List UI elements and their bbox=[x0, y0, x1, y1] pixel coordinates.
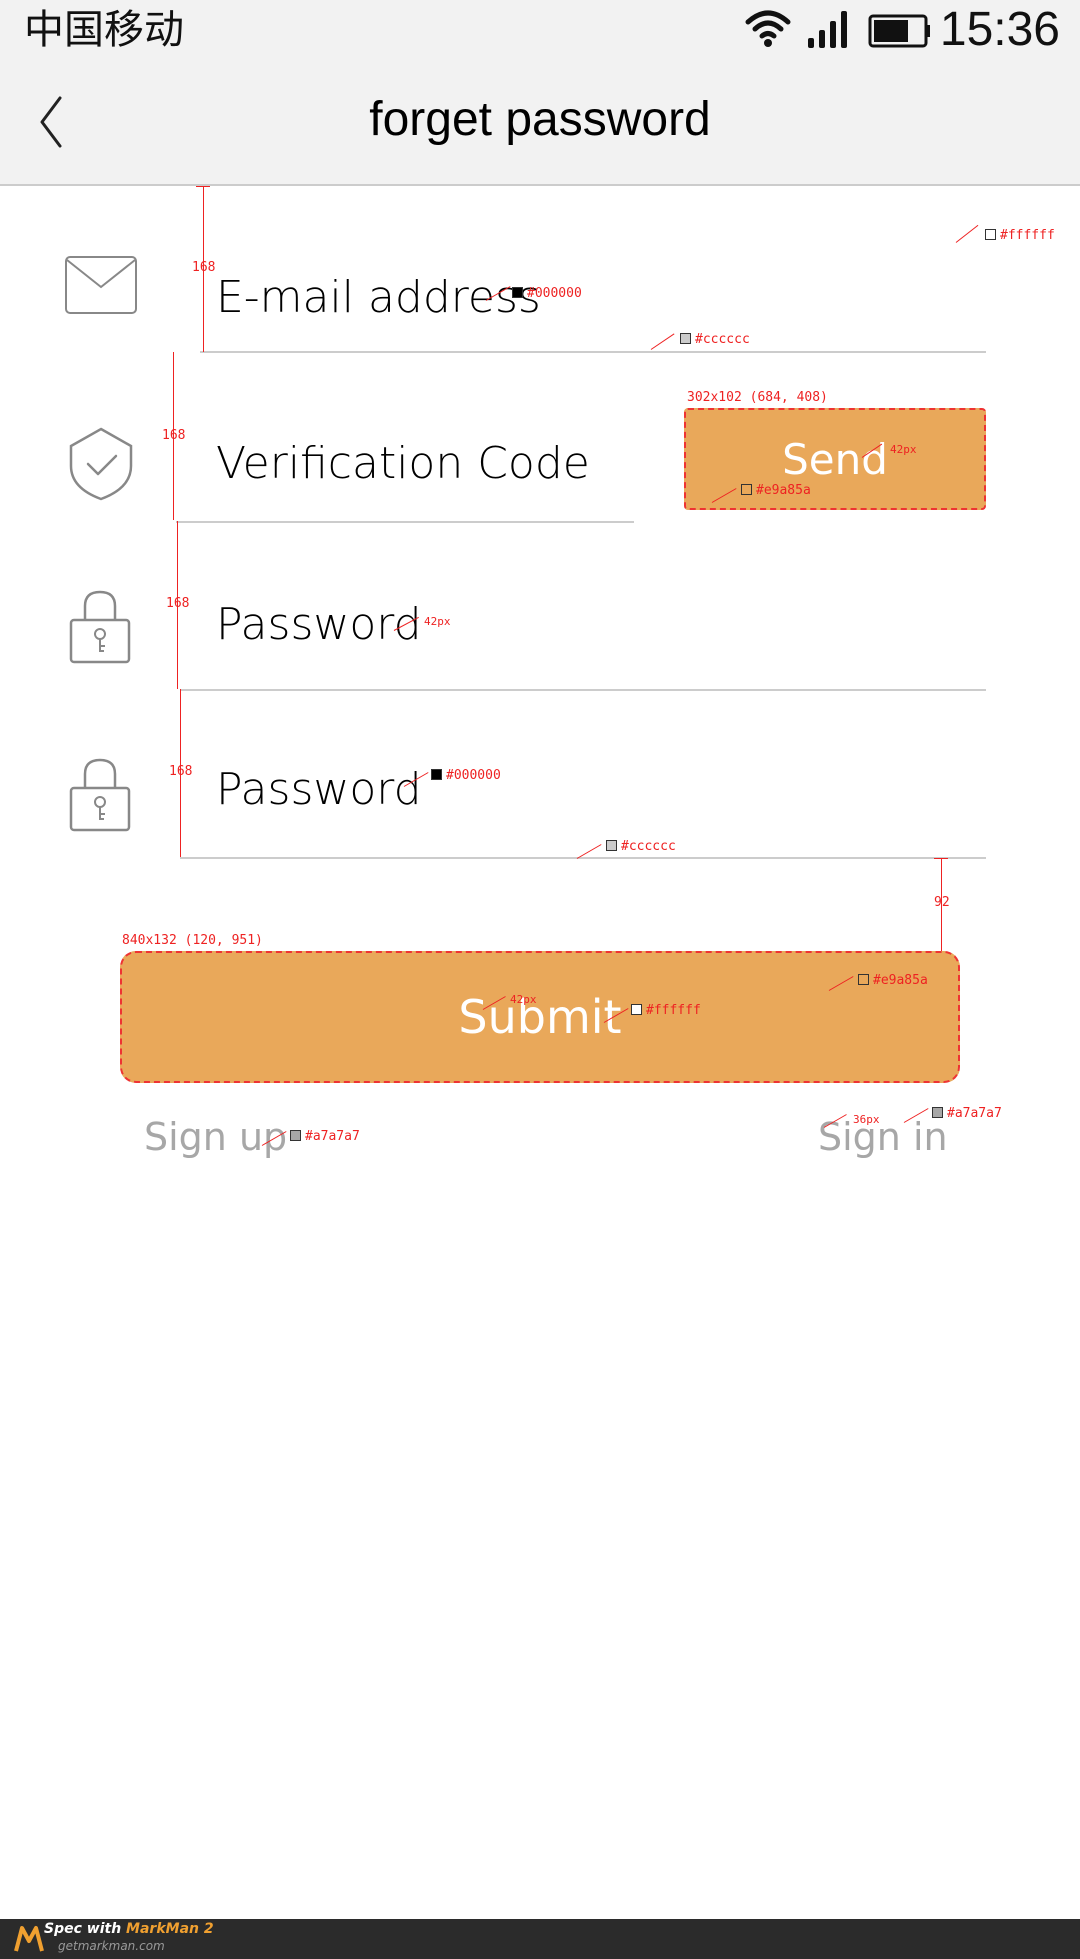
color-value: #cccccc bbox=[695, 332, 750, 347]
color-value: #ffffff bbox=[646, 1003, 701, 1018]
color-value: #e9a85a bbox=[756, 483, 811, 498]
color-value: #e9a85a bbox=[873, 973, 928, 988]
wifi-icon bbox=[745, 10, 791, 47]
markman-footer: Spec with MarkMan 2 getmarkman.com bbox=[0, 1919, 1080, 1959]
submit-button[interactable]: Submit bbox=[120, 951, 960, 1083]
color-spec: #ffffff bbox=[985, 228, 1055, 243]
color-value: #a7a7a7 bbox=[947, 1106, 1002, 1121]
password-field[interactable]: Password bbox=[216, 597, 422, 653]
size-spec: 302x102 (684, 408) bbox=[687, 390, 828, 405]
confirm-password-field[interactable]: Password bbox=[216, 762, 422, 818]
color-value: #000000 bbox=[446, 768, 501, 783]
lock-icon bbox=[69, 590, 131, 664]
status-bar: 中国移动 15:36 bbox=[0, 0, 1080, 60]
color-spec: #cccccc bbox=[680, 332, 750, 347]
verification-code-field[interactable]: Verification Code bbox=[216, 436, 590, 492]
send-button-label: Send bbox=[782, 434, 888, 484]
swatch bbox=[985, 229, 996, 240]
divider bbox=[200, 351, 986, 353]
swatch bbox=[431, 769, 442, 780]
measure-label: 168 bbox=[166, 596, 190, 611]
swatch bbox=[858, 974, 869, 985]
mail-icon bbox=[65, 256, 137, 314]
swatch bbox=[741, 484, 752, 495]
measure-label: 92 bbox=[934, 895, 950, 910]
color-spec: #ffffff bbox=[631, 1003, 701, 1018]
divider bbox=[180, 857, 986, 859]
footer-brand: MarkMan 2 bbox=[126, 1921, 214, 1937]
color-spec: #a7a7a7 bbox=[290, 1129, 360, 1144]
color-value: #a7a7a7 bbox=[305, 1129, 360, 1144]
lock-icon bbox=[69, 758, 131, 832]
page-title: forget password bbox=[369, 93, 711, 146]
divider bbox=[176, 521, 634, 523]
carrier-name: 中国移动 bbox=[24, 7, 184, 53]
color-value: #000000 bbox=[527, 286, 582, 301]
measure-tick bbox=[196, 186, 210, 187]
color-value: #cccccc bbox=[621, 839, 676, 854]
measure-tick bbox=[934, 858, 948, 859]
measure-label: 168 bbox=[192, 260, 216, 275]
submit-button-label: Submit bbox=[458, 990, 622, 1044]
footer-prefix: Spec with bbox=[44, 1921, 127, 1937]
send-code-button[interactable]: Send bbox=[684, 408, 986, 510]
sign-up-link[interactable]: Sign up bbox=[144, 1112, 287, 1162]
battery-icon bbox=[868, 14, 930, 48]
swatch bbox=[680, 333, 691, 344]
swatch bbox=[932, 1107, 943, 1118]
nav-bar: forget password bbox=[0, 60, 1080, 186]
font-spec: 36px bbox=[853, 1113, 880, 1126]
email-field[interactable]: E-mail address bbox=[216, 270, 541, 326]
color-spec: #000000 bbox=[512, 286, 582, 301]
swatch bbox=[290, 1130, 301, 1141]
size-spec: 840x132 (120, 951) bbox=[122, 933, 263, 948]
color-spec: #cccccc bbox=[606, 839, 676, 854]
swatch bbox=[512, 287, 523, 298]
color-spec: #000000 bbox=[431, 768, 501, 783]
shield-check-icon bbox=[69, 427, 133, 501]
clock: 15:36 bbox=[939, 3, 1060, 56]
swatch bbox=[631, 1004, 642, 1015]
divider bbox=[180, 689, 986, 691]
footer-credit: Spec with MarkMan 2 bbox=[44, 1921, 214, 1937]
footer-site: getmarkman.com bbox=[58, 1939, 165, 1953]
signal-icon bbox=[808, 11, 847, 48]
font-spec: 42px bbox=[510, 993, 537, 1006]
color-value: #ffffff bbox=[1000, 228, 1055, 243]
measure-label: 168 bbox=[162, 428, 186, 443]
color-spec: #e9a85a bbox=[858, 973, 928, 988]
measure-label: 168 bbox=[169, 764, 193, 779]
color-spec: #a7a7a7 bbox=[932, 1106, 1002, 1121]
swatch bbox=[606, 840, 617, 851]
markman-logo-icon bbox=[14, 1926, 44, 1952]
leader-line bbox=[650, 333, 675, 350]
color-spec: #e9a85a bbox=[741, 483, 811, 498]
leader-line bbox=[955, 224, 979, 243]
font-spec: 42px bbox=[890, 443, 917, 456]
font-spec: 42px bbox=[424, 615, 451, 628]
